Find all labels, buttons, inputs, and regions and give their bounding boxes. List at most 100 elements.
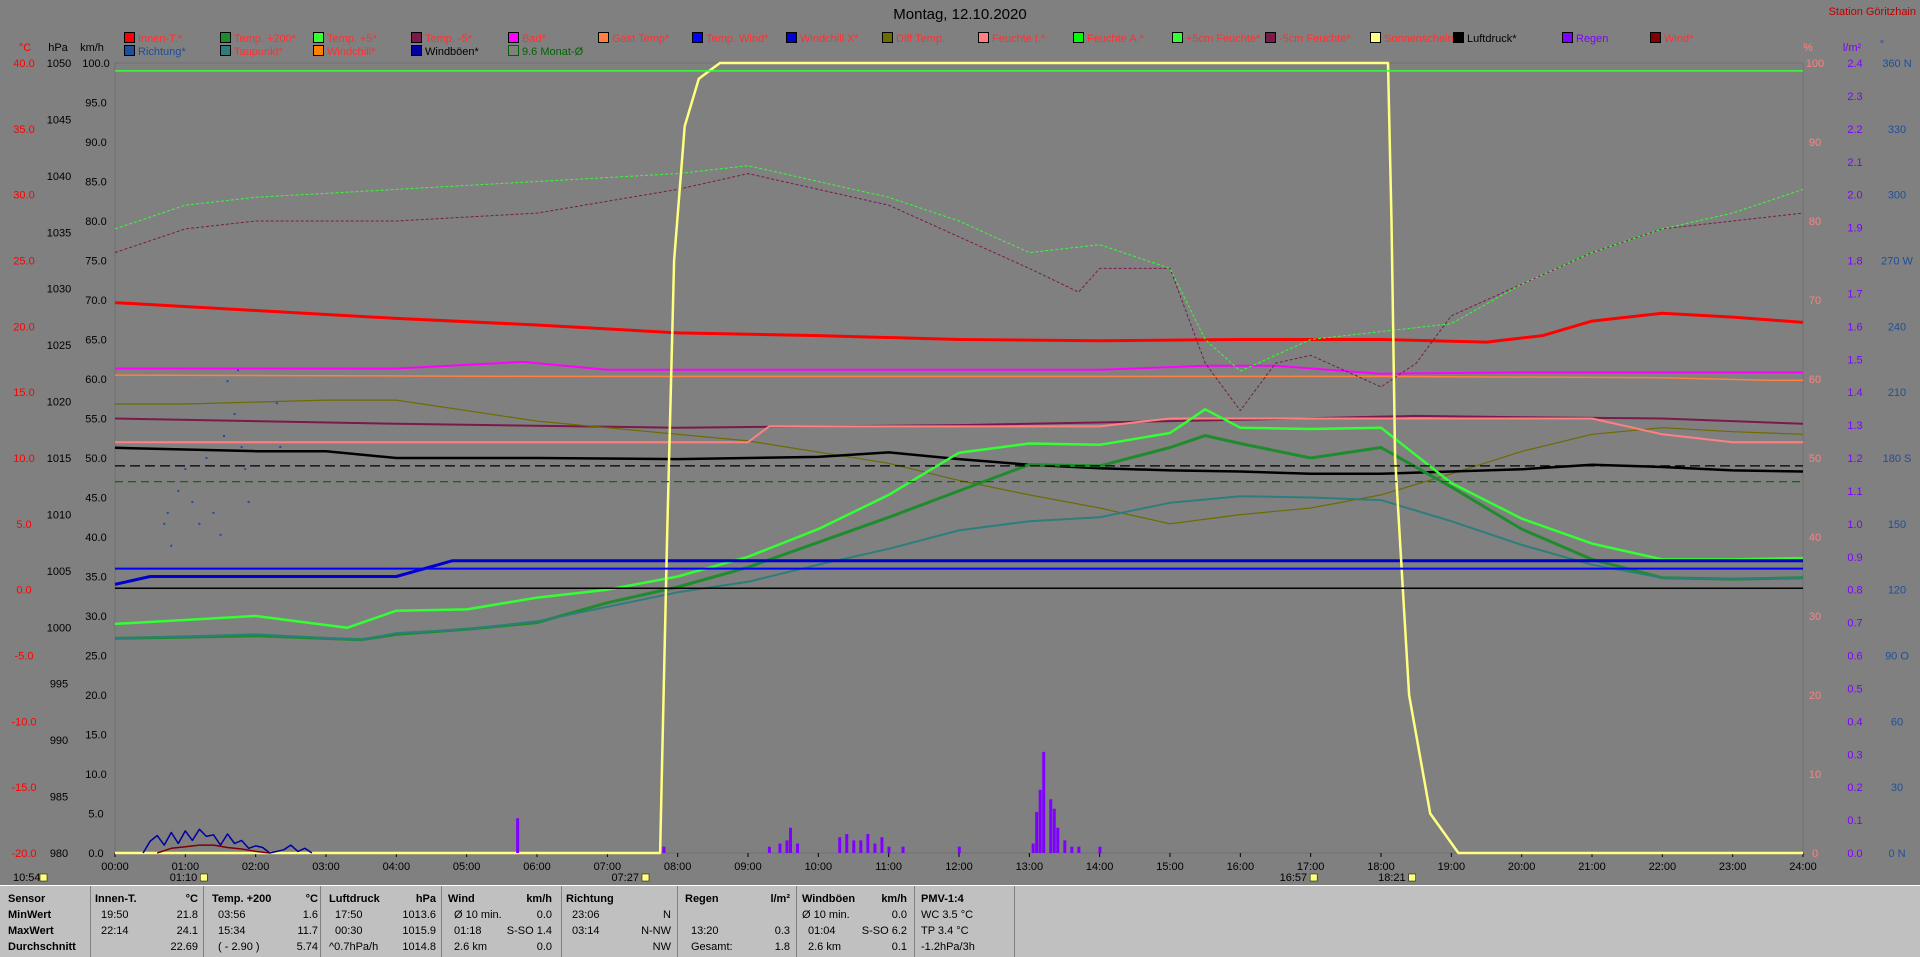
hpa-axis-tick: 1040 (47, 171, 71, 183)
celsius-axis-tick: 20.0 (13, 321, 34, 333)
time-tick: 00:00 (101, 861, 129, 873)
hpa-axis-tick: 980 (50, 848, 68, 860)
pct-axis-tick: 70 (1809, 295, 1821, 307)
richtung-max-time: 03:14 (572, 925, 600, 937)
temp-avg-val: 5.74 (296, 941, 318, 953)
axis-unit-dir: ° (1880, 39, 1884, 51)
dir-axis-tick: 360 N (1882, 58, 1911, 70)
kmh-axis-tick: 45.0 (85, 493, 106, 505)
direction-point (198, 522, 201, 525)
legend-label: Bad* (522, 33, 546, 45)
legend-item: Taupunkt* (220, 45, 283, 58)
legend-swatch (882, 32, 893, 43)
legend-label: Windchill X* (800, 33, 859, 45)
hpa-axis-tick: 990 (50, 735, 68, 747)
rain-bar (1077, 846, 1081, 853)
direction-point (184, 467, 187, 470)
time-tick: 05:00 (453, 861, 481, 873)
temp-max-time: 15:34 (218, 925, 246, 937)
direction-point (219, 533, 222, 536)
luft-avg-val: 1014.8 (402, 941, 436, 953)
rain-bar (767, 846, 771, 853)
footer-regen-col: Regen l/m² 13:20 0.3 Gesamt: 1.8 (677, 886, 797, 957)
hpa-axis-tick: 1050 (47, 58, 71, 70)
legend-item: Temp. -5* (411, 32, 472, 45)
hpa-axis-tick: 985 (50, 792, 68, 804)
legend-swatch (1370, 32, 1381, 43)
dir-axis-tick: 300 (1888, 190, 1906, 202)
legend-label: Temp. -5* (425, 33, 473, 45)
stats-footer: Sensor MinWert MaxWert Durchschnitt Inne… (0, 885, 1920, 957)
legend-label: Temp. +5* (327, 33, 377, 45)
legend-swatch (1453, 32, 1464, 43)
dir-axis-tick: 180 S (1883, 453, 1912, 465)
boeen-max-time: 01:04 (808, 925, 836, 937)
footer-richtung-col: Richtung 23:06 N 03:14 N-NW NW (561, 886, 678, 957)
dir-axis-tick: 270 W (1881, 256, 1913, 268)
legend-swatch (220, 45, 231, 56)
rain-bar (901, 846, 905, 853)
pct-axis-tick: 20 (1809, 690, 1821, 702)
rain-axis-tick: 2.4 (1847, 58, 1862, 70)
footer-boeen-col: Windböen km/h Ø 10 min. 0.0 01:04 S-SO 6… (796, 886, 915, 957)
luft-head: Luftdruck (329, 893, 380, 905)
pct-axis-tick: 0 (1812, 848, 1818, 860)
kmh-axis-tick: 75.0 (85, 256, 106, 268)
footer-pmv-col: PMV-1:4 WC 3.5 °C TP 3.4 °C -1.2hPa/3h (914, 886, 1015, 957)
legend-swatch (1073, 32, 1084, 43)
series-line (115, 360, 1803, 375)
rain-bar (662, 846, 666, 853)
richtung-avg-val: NW (652, 941, 671, 953)
rain-axis-tick: 0.1 (1847, 815, 1862, 827)
regen-max-time: 13:20 (691, 925, 719, 937)
regen-head: Regen (685, 893, 719, 905)
richtung-head: Richtung (566, 893, 614, 905)
pmv-wc: WC 3.5 °C (921, 909, 974, 921)
legend-swatch (220, 32, 231, 43)
direction-point (279, 446, 282, 449)
time-tick: 13:00 (1016, 861, 1044, 873)
celsius-axis-tick: 15.0 (13, 387, 34, 399)
legend-swatch (1650, 32, 1661, 43)
hpa-axis-tick: 1005 (47, 566, 71, 578)
hpa-axis-tick: 1010 (47, 509, 71, 521)
legend-item: Feuchte A.* (1073, 32, 1144, 45)
pct-axis-tick: 90 (1809, 137, 1821, 149)
sun-marker-icon (1408, 873, 1416, 882)
legend-label: Wind* (1664, 33, 1694, 45)
pct-axis-tick: 30 (1809, 611, 1821, 623)
pmv-head: PMV-1:4 (921, 893, 964, 905)
kmh-axis-tick: 95.0 (85, 98, 106, 110)
rain-axis-tick: 2.0 (1847, 190, 1862, 202)
pct-axis-tick: 80 (1809, 216, 1821, 228)
richtung-min-val: N (663, 909, 671, 921)
rain-axis-tick: 0.9 (1847, 552, 1862, 564)
regen-unit: l/m² (770, 893, 790, 905)
legend-swatch (1172, 32, 1183, 43)
innen-unit: °C (185, 893, 198, 905)
hpa-axis-tick: 1045 (47, 114, 71, 126)
innen-max-time: 22:14 (101, 925, 129, 937)
station-name: Station Göritzhain (1828, 6, 1916, 18)
kmh-axis-tick: 65.0 (85, 335, 106, 347)
legend-swatch (1562, 32, 1573, 43)
boeen-min-label: Ø 10 min. (802, 909, 850, 921)
rain-bar (887, 846, 891, 853)
hpa-axis-tick: 1035 (47, 227, 71, 239)
innen-min-time: 19:50 (101, 909, 129, 921)
direction-point (233, 413, 236, 416)
legend-item: Innen-T.* (124, 32, 182, 45)
legend-item: 9.6 Monat-Ø (508, 45, 583, 58)
time-tick: 21:00 (1578, 861, 1606, 873)
wind-avg-val: 0.0 (536, 941, 552, 953)
celsius-axis-tick: 30.0 (13, 190, 34, 202)
rain-bar (1063, 840, 1067, 853)
time-tick: 12:00 (945, 861, 973, 873)
direction-point (247, 500, 250, 503)
rain-axis-tick: 2.3 (1847, 91, 1862, 103)
richtung-max-val: N-NW (641, 925, 671, 937)
hpa-axis-tick: 1020 (47, 397, 71, 409)
dir-axis-tick: 240 (1888, 321, 1906, 333)
luft-max-time: 00:30 (335, 925, 363, 937)
sun-marker-icon (1309, 873, 1318, 882)
